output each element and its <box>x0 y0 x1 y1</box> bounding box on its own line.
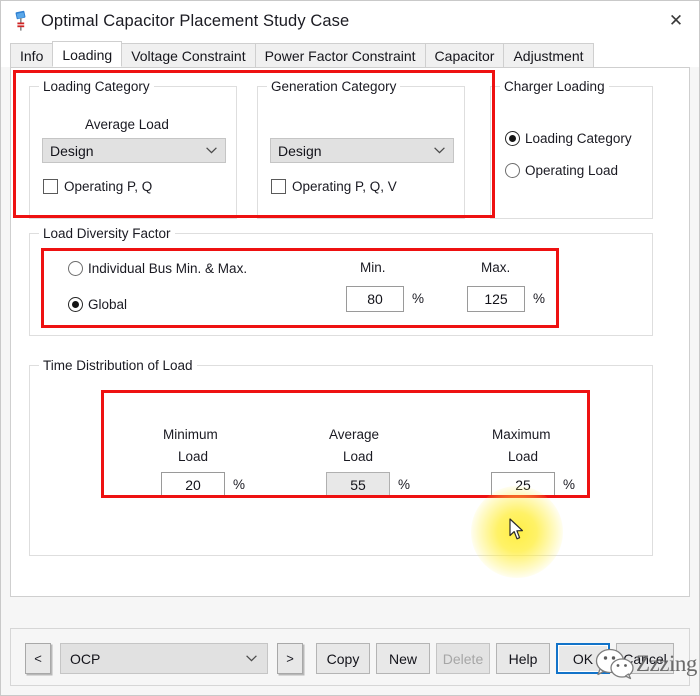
capacitor-icon <box>15 10 26 31</box>
new-button[interactable]: New <box>376 643 430 674</box>
individual-bus-radio-row[interactable]: Individual Bus Min. & Max. <box>68 261 247 276</box>
maximum-load-label-line1: Maximum <box>492 427 551 442</box>
study-case-combo-value: OCP <box>70 650 101 667</box>
delete-button: Delete <box>436 643 490 674</box>
close-icon[interactable]: ✕ <box>653 1 699 40</box>
tab-capacitor[interactable]: Capacitor <box>424 43 505 67</box>
charger-loading-category-radio[interactable] <box>505 131 520 146</box>
group-time-distribution-title: Time Distribution of Load <box>39 358 197 373</box>
charger-operating-load-label: Operating Load <box>525 163 619 178</box>
cancel-button[interactable]: Cancel <box>616 643 674 674</box>
title-bar: Optimal Capacitor Placement Study Case ✕ <box>1 1 699 41</box>
diversity-min-label: Min. <box>360 260 386 275</box>
group-charger-loading-title: Charger Loading <box>500 79 609 94</box>
operating-pqv-checkbox-row[interactable]: Operating P, Q, V <box>271 179 397 194</box>
operating-pq-checkbox-row[interactable]: Operating P, Q <box>43 179 152 194</box>
average-load-unit: % <box>398 477 411 492</box>
window-title: Optimal Capacitor Placement Study Case <box>41 11 350 30</box>
individual-bus-label: Individual Bus Min. & Max. <box>88 261 248 276</box>
chevron-down-icon <box>246 655 257 662</box>
next-study-button[interactable]: > <box>277 643 303 674</box>
average-load-label: Average Load <box>85 117 169 132</box>
chevron-down-icon <box>206 147 217 154</box>
charger-operating-load-radio[interactable] <box>505 163 520 178</box>
loading-category-combo-value: Design <box>50 142 94 159</box>
prev-study-button[interactable]: < <box>25 643 51 674</box>
minimum-load-unit: % <box>233 477 246 492</box>
tab-voltage-constraint[interactable]: Voltage Constraint <box>121 43 256 67</box>
group-load-diversity-factor: Load Diversity Factor Individual Bus Min… <box>29 226 653 336</box>
bottom-command-bar: < OCP > Copy New Delete Help OK Cancel <box>10 628 690 686</box>
generation-category-combo[interactable]: Design <box>270 138 454 163</box>
diversity-max-input[interactable]: 125 <box>467 286 525 312</box>
diversity-min-input[interactable]: 80 <box>346 286 404 312</box>
study-case-combo[interactable]: OCP <box>60 643 268 674</box>
group-generation-category: Generation Category Design Operating P, … <box>257 79 465 219</box>
charger-loading-category-label: Loading Category <box>525 131 632 146</box>
tab-page-loading: Loading Category Average Load Design Ope… <box>10 67 690 597</box>
minimum-load-label-line2: Load <box>178 449 209 464</box>
chevron-down-icon <box>434 147 445 154</box>
global-radio[interactable] <box>68 297 83 312</box>
group-time-distribution: Time Distribution of Load Minimum Load 2… <box>29 358 653 556</box>
group-load-diversity-title: Load Diversity Factor <box>39 226 175 241</box>
maximum-load-label-line2: Load <box>508 449 539 464</box>
global-radio-row[interactable]: Global <box>68 297 127 312</box>
operating-pqv-label: Operating P, Q, V <box>292 179 397 194</box>
charger-operating-load-radio-row[interactable]: Operating Load <box>505 163 618 178</box>
global-label: Global <box>88 297 128 312</box>
group-loading-category-title: Loading Category <box>39 79 154 94</box>
maximum-load-unit: % <box>563 477 576 492</box>
diversity-min-unit: % <box>412 291 425 306</box>
help-button[interactable]: Help <box>496 643 550 674</box>
diversity-max-unit: % <box>533 291 546 306</box>
operating-pqv-checkbox[interactable] <box>271 179 286 194</box>
average-load-label-line1: Average <box>329 427 380 442</box>
dialog-window: Optimal Capacitor Placement Study Case ✕… <box>0 0 700 696</box>
diversity-max-label: Max. <box>481 260 511 275</box>
tab-strip: Info Loading Voltage Constraint Power Fa… <box>1 41 699 67</box>
maximum-load-input[interactable]: 25 <box>491 472 555 498</box>
tab-adjustment[interactable]: Adjustment <box>503 43 594 67</box>
charger-loading-category-radio-row[interactable]: Loading Category <box>505 131 632 146</box>
minimum-load-input[interactable]: 20 <box>161 472 225 498</box>
group-charger-loading: Charger Loading Loading Category Operati… <box>490 79 653 219</box>
group-loading-category: Loading Category Average Load Design Ope… <box>29 79 237 219</box>
average-load-input: 55 <box>326 472 390 498</box>
minimum-load-label-line1: Minimum <box>163 427 218 442</box>
generation-category-combo-value: Design <box>278 142 322 159</box>
ok-button[interactable]: OK <box>556 643 610 674</box>
tab-power-factor-constraint[interactable]: Power Factor Constraint <box>254 43 426 67</box>
average-load-label-line2: Load <box>343 449 374 464</box>
copy-button[interactable]: Copy <box>316 643 370 674</box>
tab-loading[interactable]: Loading <box>52 41 123 67</box>
individual-bus-radio[interactable] <box>68 261 83 276</box>
tab-info[interactable]: Info <box>10 43 54 67</box>
operating-pq-label: Operating P, Q <box>64 179 153 194</box>
operating-pq-checkbox[interactable] <box>43 179 58 194</box>
group-generation-category-title: Generation Category <box>267 79 401 94</box>
loading-category-combo[interactable]: Design <box>42 138 226 163</box>
